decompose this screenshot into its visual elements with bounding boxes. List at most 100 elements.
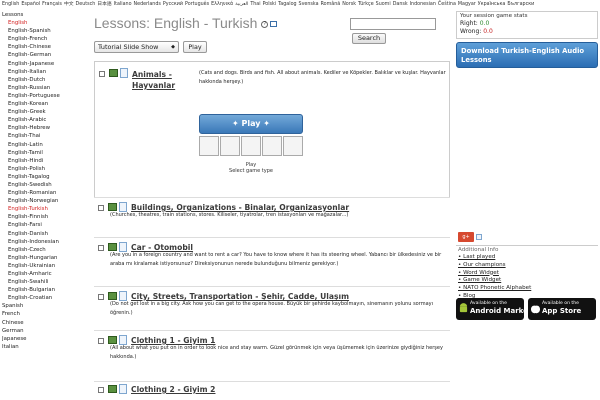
sidebar-item[interactable]: English-Czech bbox=[2, 246, 88, 254]
sidebar-item[interactable]: English-Spanish bbox=[2, 27, 88, 35]
sidebar-item[interactable]: English-Thai bbox=[2, 132, 88, 140]
sidebar-item[interactable]: English-Swedish bbox=[2, 181, 88, 189]
download-audio-button[interactable]: Download Turkish-English Audio Lessons bbox=[456, 42, 598, 68]
sidebar-item[interactable]: English-Italian bbox=[2, 68, 88, 76]
info-link[interactable]: • Last played bbox=[458, 254, 596, 262]
play-game-button[interactable]: ✦ Play ✦ bbox=[199, 114, 303, 134]
sidebar-item[interactable]: English-Arabic bbox=[2, 116, 88, 124]
sidebar-item[interactable]: German bbox=[2, 327, 88, 335]
language-link[interactable]: Suomi bbox=[376, 2, 391, 7]
language-link[interactable]: Українська bbox=[478, 2, 506, 7]
sidebar-item[interactable]: Japanese bbox=[2, 335, 88, 343]
sidebar-item[interactable]: English-Bulgarian bbox=[2, 286, 88, 294]
game-type-thumb[interactable] bbox=[283, 136, 303, 156]
search-input[interactable] bbox=[350, 18, 436, 30]
language-link[interactable]: Indonesian bbox=[410, 2, 436, 7]
language-link[interactable]: Български bbox=[507, 2, 534, 7]
slideshow-icon[interactable] bbox=[109, 69, 118, 77]
google-plus-icon[interactable]: g+ bbox=[458, 232, 474, 242]
sidebar-item[interactable]: English-Korean bbox=[2, 100, 88, 108]
slideshow-icon[interactable] bbox=[108, 385, 117, 393]
lesson-checkbox[interactable] bbox=[98, 387, 104, 393]
sidebar-item[interactable]: French bbox=[2, 310, 88, 318]
sidebar-item[interactable]: English-Russian bbox=[2, 84, 88, 92]
language-link[interactable]: Tagalog bbox=[278, 2, 296, 7]
search-button[interactable]: Search bbox=[352, 33, 386, 44]
language-link[interactable]: Polski bbox=[263, 2, 277, 7]
language-link[interactable]: Français bbox=[42, 2, 62, 7]
sidebar-item[interactable]: English-Farsi bbox=[2, 221, 88, 229]
sidebar-item[interactable]: English-Tagalog bbox=[2, 173, 88, 181]
sidebar-item[interactable]: English-Croatian bbox=[2, 294, 88, 302]
sidebar-item[interactable]: English-French bbox=[2, 35, 88, 43]
language-link[interactable]: Español bbox=[21, 2, 40, 7]
game-type-thumb[interactable] bbox=[241, 136, 261, 156]
document-icon[interactable] bbox=[119, 384, 127, 394]
sidebar-item[interactable]: Lessons bbox=[2, 11, 88, 19]
lesson-title[interactable]: Animals - Hayvanlar bbox=[132, 69, 190, 91]
sidebar-item[interactable]: Italian bbox=[2, 343, 88, 351]
sidebar-item[interactable]: English-Turkish bbox=[2, 205, 88, 213]
sidebar-item[interactable]: English-Indonesian bbox=[2, 238, 88, 246]
sidebar-item[interactable]: English-Ukrainian bbox=[2, 262, 88, 270]
language-link[interactable]: Svenska bbox=[299, 2, 319, 7]
sidebar-item[interactable]: English-Tamil bbox=[2, 149, 88, 157]
slideshow-icon[interactable] bbox=[108, 243, 117, 251]
app-store-badge[interactable]: Available on the App Store bbox=[528, 298, 596, 320]
info-link[interactable]: • Game Widget bbox=[458, 277, 596, 285]
info-link[interactable]: • Word Widget bbox=[458, 270, 596, 278]
sidebar-item[interactable]: English-Portuguese bbox=[2, 92, 88, 100]
lesson-checkbox[interactable] bbox=[98, 245, 104, 251]
info-link[interactable]: • Our champions bbox=[458, 262, 596, 270]
lesson-title[interactable]: Clothing 2 - Giyim 2 bbox=[131, 385, 215, 394]
language-link[interactable]: Dansk bbox=[393, 2, 408, 7]
sidebar-item[interactable]: English-Latin bbox=[2, 141, 88, 149]
sidebar-item[interactable]: English-Greek bbox=[2, 108, 88, 116]
game-type-thumb[interactable] bbox=[220, 136, 240, 156]
sidebar-item[interactable]: English-German bbox=[2, 51, 88, 59]
language-link[interactable]: Ελληνικά bbox=[211, 2, 233, 7]
game-type-thumb[interactable] bbox=[199, 136, 219, 156]
language-link[interactable]: Nederlands bbox=[134, 2, 161, 7]
sidebar-item[interactable]: English-Hebrew bbox=[2, 124, 88, 132]
sidebar-item[interactable]: Spanish bbox=[2, 302, 88, 310]
play-button[interactable]: Play bbox=[183, 41, 207, 53]
mode-select[interactable]: Tutorial Slide Show ◆ bbox=[94, 41, 179, 53]
sidebar-item[interactable]: English-Dutch bbox=[2, 76, 88, 84]
language-link[interactable]: 中文 bbox=[64, 2, 74, 7]
language-link[interactable]: Norsk bbox=[342, 2, 356, 7]
sidebar-item[interactable]: English-Chinese bbox=[2, 43, 88, 51]
language-link[interactable]: Română bbox=[321, 2, 341, 7]
sidebar-item[interactable]: English-Danish bbox=[2, 230, 88, 238]
info-link[interactable]: • NATO Phonetic Alphabet bbox=[458, 285, 596, 293]
sidebar-item[interactable]: English bbox=[2, 19, 88, 27]
sidebar-item[interactable]: Chinese bbox=[2, 319, 88, 327]
help-icon[interactable]: ? bbox=[261, 20, 269, 28]
sidebar-item[interactable]: English-Amharic bbox=[2, 270, 88, 278]
language-link[interactable]: Čeština bbox=[438, 2, 456, 7]
lesson-checkbox[interactable] bbox=[98, 338, 104, 344]
language-link[interactable]: Русский bbox=[163, 2, 183, 7]
sidebar-item[interactable]: English-Romanian bbox=[2, 189, 88, 197]
sidebar-item[interactable]: English-Hungarian bbox=[2, 254, 88, 262]
language-link[interactable]: Magyar bbox=[458, 2, 476, 7]
game-type-thumb[interactable] bbox=[262, 136, 282, 156]
language-link[interactable]: Italiano bbox=[114, 2, 132, 7]
slideshow-icon[interactable] bbox=[108, 336, 117, 344]
lesson-checkbox[interactable] bbox=[99, 71, 105, 77]
document-icon[interactable] bbox=[120, 68, 128, 78]
language-link[interactable]: العربية bbox=[235, 2, 248, 7]
external-link-icon[interactable] bbox=[270, 21, 278, 28]
sidebar-item[interactable]: English-Swahili bbox=[2, 278, 88, 286]
language-link[interactable]: Türkçe bbox=[358, 2, 374, 7]
slideshow-icon[interactable] bbox=[108, 292, 117, 300]
sidebar-item[interactable]: English-Japanese bbox=[2, 60, 88, 68]
sidebar-item[interactable]: English-Polish bbox=[2, 165, 88, 173]
slideshow-icon[interactable] bbox=[108, 203, 117, 211]
sidebar-item[interactable]: English-Finnish bbox=[2, 213, 88, 221]
sidebar-item[interactable]: English-Norwegian bbox=[2, 197, 88, 205]
language-link[interactable]: Deutsch bbox=[76, 2, 96, 7]
lesson-checkbox[interactable] bbox=[98, 205, 104, 211]
language-link[interactable]: Thai bbox=[250, 2, 260, 7]
language-link[interactable]: 日本語 bbox=[97, 2, 111, 7]
